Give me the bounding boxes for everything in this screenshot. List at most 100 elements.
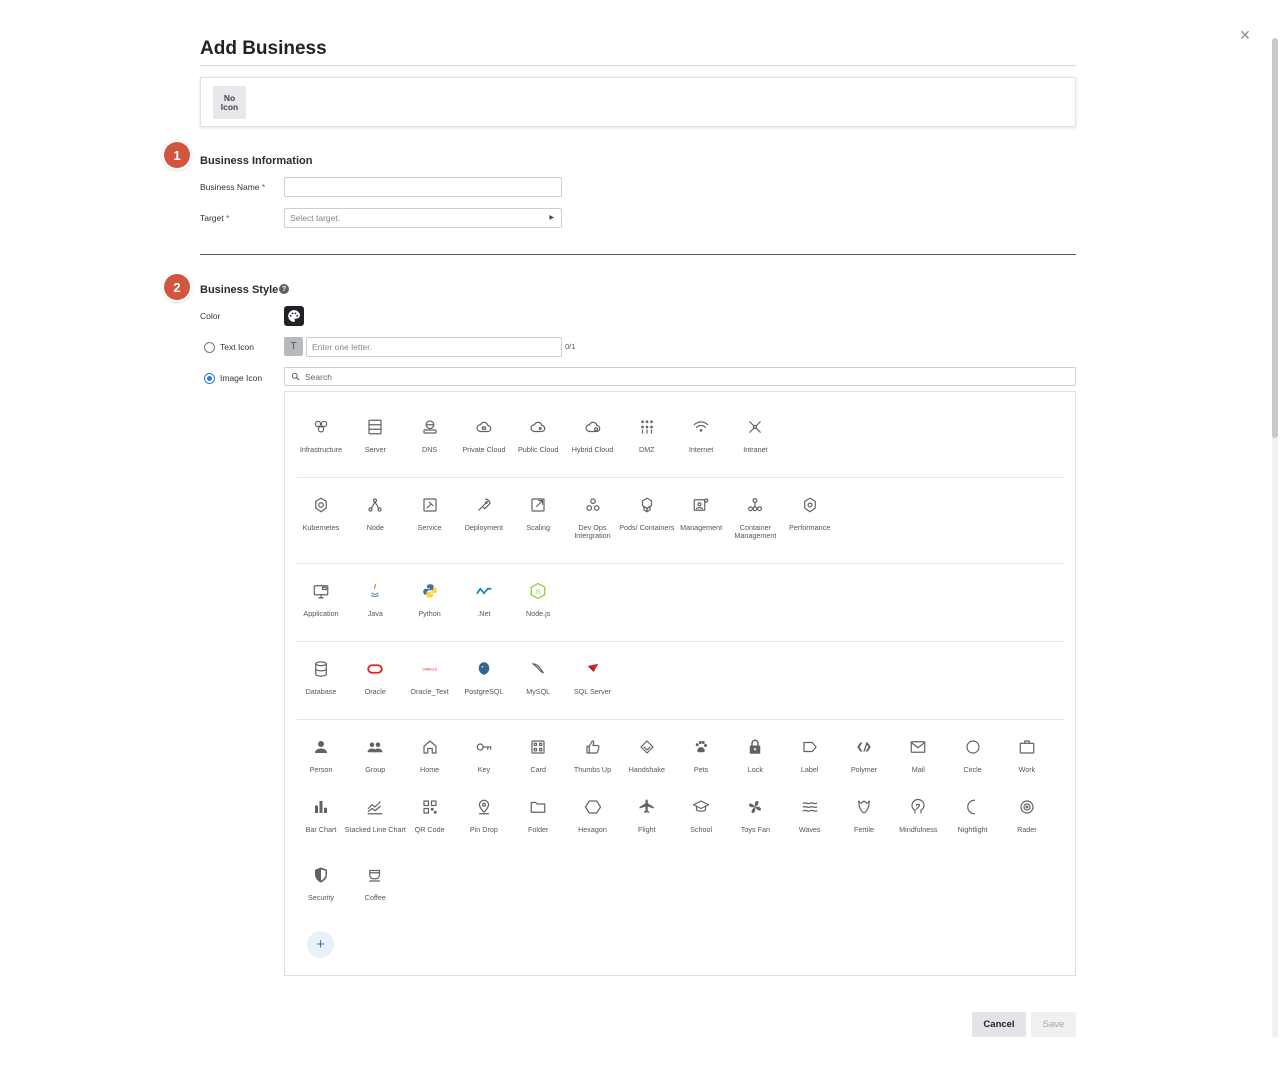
icon-option-coffee[interactable]: Coffee <box>348 864 402 920</box>
icon-option-lock[interactable]: Lock <box>728 736 782 792</box>
icon-option-pets[interactable]: Pets <box>674 736 728 792</box>
icon-option-rader[interactable]: Rader <box>1000 796 1054 852</box>
icon-option-oracle-text[interactable]: ORACLE Oracle_Text <box>403 658 457 714</box>
color-picker-button[interactable] <box>284 306 304 326</box>
pin-drop-icon <box>473 796 495 818</box>
icon-option-mail[interactable]: Mail <box>891 736 945 792</box>
icon-option-application[interactable]: Application <box>294 580 348 636</box>
icon-option-label: Database <box>305 687 337 696</box>
save-button[interactable]: Save <box>1031 1012 1076 1037</box>
icon-option-postgresql[interactable]: PostgreSQL <box>457 658 511 714</box>
icon-search-input[interactable]: Search <box>284 367 1076 386</box>
icon-option-server[interactable]: Server <box>348 416 402 472</box>
icon-option-folder[interactable]: Folder <box>511 796 565 852</box>
icon-option-oracle[interactable]: Oracle <box>348 658 402 714</box>
icon-option-card[interactable]: Card <box>511 736 565 792</box>
icon-option-private-cloud[interactable]: Private Cloud <box>457 416 511 472</box>
icon-option-dns[interactable]: DNS <box>403 416 457 472</box>
icon-option-performance[interactable]: Performance <box>783 494 837 550</box>
icon-option-stacked-line-chart[interactable]: Stacked Line Chart <box>345 796 406 852</box>
icon-option-internet[interactable]: Internet <box>674 416 728 472</box>
icon-option-mysql[interactable]: MySQL <box>511 658 565 714</box>
icon-option-school[interactable]: School <box>674 796 728 852</box>
icon-option-work[interactable]: Work <box>1000 736 1054 792</box>
cancel-button[interactable]: Cancel <box>972 1012 1026 1037</box>
infrastructure-icon <box>310 416 332 438</box>
icon-option-label: Flight <box>638 825 656 834</box>
icon-option-fertile[interactable]: Fertile <box>837 796 891 852</box>
icon-option-label: Group <box>365 765 386 774</box>
icon-option-nightlight[interactable]: Nightlight <box>946 796 1000 852</box>
icon-option-home[interactable]: Home <box>403 736 457 792</box>
icon-option-service[interactable]: Service <box>403 494 457 550</box>
icon-option-thumbs-up[interactable]: Thumbs Up <box>566 736 620 792</box>
icon-option-label[interactable]: Label <box>783 736 837 792</box>
icon-option-java[interactable]: Java <box>348 580 402 636</box>
image-icon-radio[interactable] <box>204 373 215 384</box>
mail-icon <box>907 736 929 758</box>
add-icon-button[interactable]: + <box>307 931 334 958</box>
icon-option-person[interactable]: Person <box>294 736 348 792</box>
icon-option-qr-code[interactable]: QR Code <box>403 796 457 852</box>
node-icon <box>364 494 386 516</box>
icon-option-label: Service <box>417 523 442 532</box>
icon-option-hybrid-cloud[interactable]: Hybrid Cloud <box>566 416 620 472</box>
icon-option-deployment[interactable]: Deployment <box>457 494 511 550</box>
close-dialog-icon[interactable]: × <box>1236 26 1254 44</box>
icon-option-flight[interactable]: Flight <box>620 796 674 852</box>
icon-option-python[interactable]: Python <box>403 580 457 636</box>
icon-option-pods-containers[interactable]: Pods/ Containers <box>619 494 674 550</box>
icon-option-label: Scaling <box>526 523 550 532</box>
business-name-input[interactable] <box>284 177 562 197</box>
text-icon-preview: T <box>284 337 303 356</box>
icon-option-label: Kubernetes <box>302 523 340 532</box>
icon-option-label: Card <box>530 765 546 774</box>
step-badge-1: 1 <box>164 142 190 168</box>
icon-option-label: DNS <box>422 445 438 454</box>
icon-option-label: Home <box>420 765 440 774</box>
icon-option-container-management[interactable]: Container Management <box>728 494 782 550</box>
text-icon-input[interactable]: Enter one letter. <box>306 337 562 357</box>
icon-option-database[interactable]: Database <box>294 658 348 714</box>
icon-option-mindfulness[interactable]: Mindfulness <box>891 796 945 852</box>
icon-option-sql-server[interactable]: SQL Server <box>566 658 620 714</box>
icon-option-label: Server <box>364 445 386 454</box>
help-icon[interactable]: ? <box>279 284 289 294</box>
icon-option-bar-chart[interactable]: Bar Chart <box>294 796 348 852</box>
dialog-title: Add Business <box>200 38 327 59</box>
icon-option-hexagon[interactable]: Hexagon <box>566 796 620 852</box>
icon-gallery: + Infrastructure Server DNS Private Cloud Pu… <box>284 391 1076 976</box>
scrollbar-thumb[interactable] <box>1272 38 1278 438</box>
icon-option-management[interactable]: Management <box>674 494 728 550</box>
icon-option-key[interactable]: Key <box>457 736 511 792</box>
private-cloud-icon <box>473 416 495 438</box>
icon-option-label: Infrastructure <box>299 445 343 454</box>
icon-option-net[interactable]: .Net <box>457 580 511 636</box>
icon-option-infrastructure[interactable]: Infrastructure <box>294 416 348 472</box>
icon-option-kubernetes[interactable]: Kubernetes <box>294 494 348 550</box>
icon-option-node[interactable]: Node <box>348 494 402 550</box>
icon-option-circle[interactable]: Circle <box>946 736 1000 792</box>
icon-option-scaling[interactable]: Scaling <box>511 494 565 550</box>
icon-option-pin-drop[interactable]: Pin Drop <box>457 796 511 852</box>
icon-option-toys-fan[interactable]: Toys Fan <box>728 796 782 852</box>
icon-option-waves[interactable]: Waves <box>783 796 837 852</box>
icon-option-polymer[interactable]: Polymer <box>837 736 891 792</box>
icon-option-intranet[interactable]: Intranet <box>728 416 782 472</box>
security-icon <box>310 864 332 886</box>
icon-option-handshake[interactable]: Handshake <box>620 736 674 792</box>
target-label: Target * <box>200 213 230 223</box>
target-select[interactable]: Select target. ▶ <box>284 208 562 228</box>
icon-option-dmz[interactable]: DMZ <box>620 416 674 472</box>
icon-option-label: Mindfulness <box>899 825 938 834</box>
group-icon <box>364 736 386 758</box>
icon-option-dev-ops-intergration[interactable]: Dev Ops Intergration <box>566 494 620 550</box>
icon-option-node-js[interactable]: JS Node.js <box>511 580 565 636</box>
icon-option-public-cloud[interactable]: Public Cloud <box>511 416 565 472</box>
icon-option-label: Circle <box>963 765 982 774</box>
icon-option-security[interactable]: Security <box>294 864 348 920</box>
icon-option-group[interactable]: Group <box>348 736 402 792</box>
text-icon-radio[interactable] <box>204 342 215 353</box>
application-icon <box>310 580 332 602</box>
icon-option-label: Nightlight <box>957 825 988 834</box>
